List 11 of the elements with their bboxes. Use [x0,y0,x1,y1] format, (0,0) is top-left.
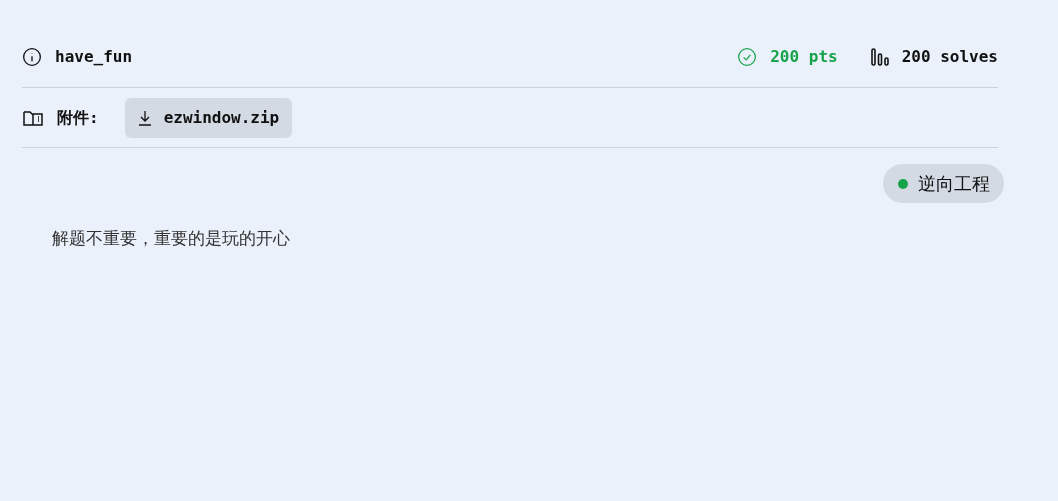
bar-chart-icon [869,47,890,67]
info-icon [22,47,42,67]
challenge-description: 解题不重要，重要的是玩的开心 [52,227,291,250]
points: 200 pts [770,46,838,68]
check-circle-icon [737,47,758,67]
solves-count: 200 solves [901,46,998,68]
download-button[interactable]: ezwindow.zip [124,97,293,138]
tag-label: 逆向工程 [918,172,990,196]
attachments-label: 附件: [57,106,99,129]
download-icon [137,109,152,126]
challenge-name: have_fun [55,46,133,68]
